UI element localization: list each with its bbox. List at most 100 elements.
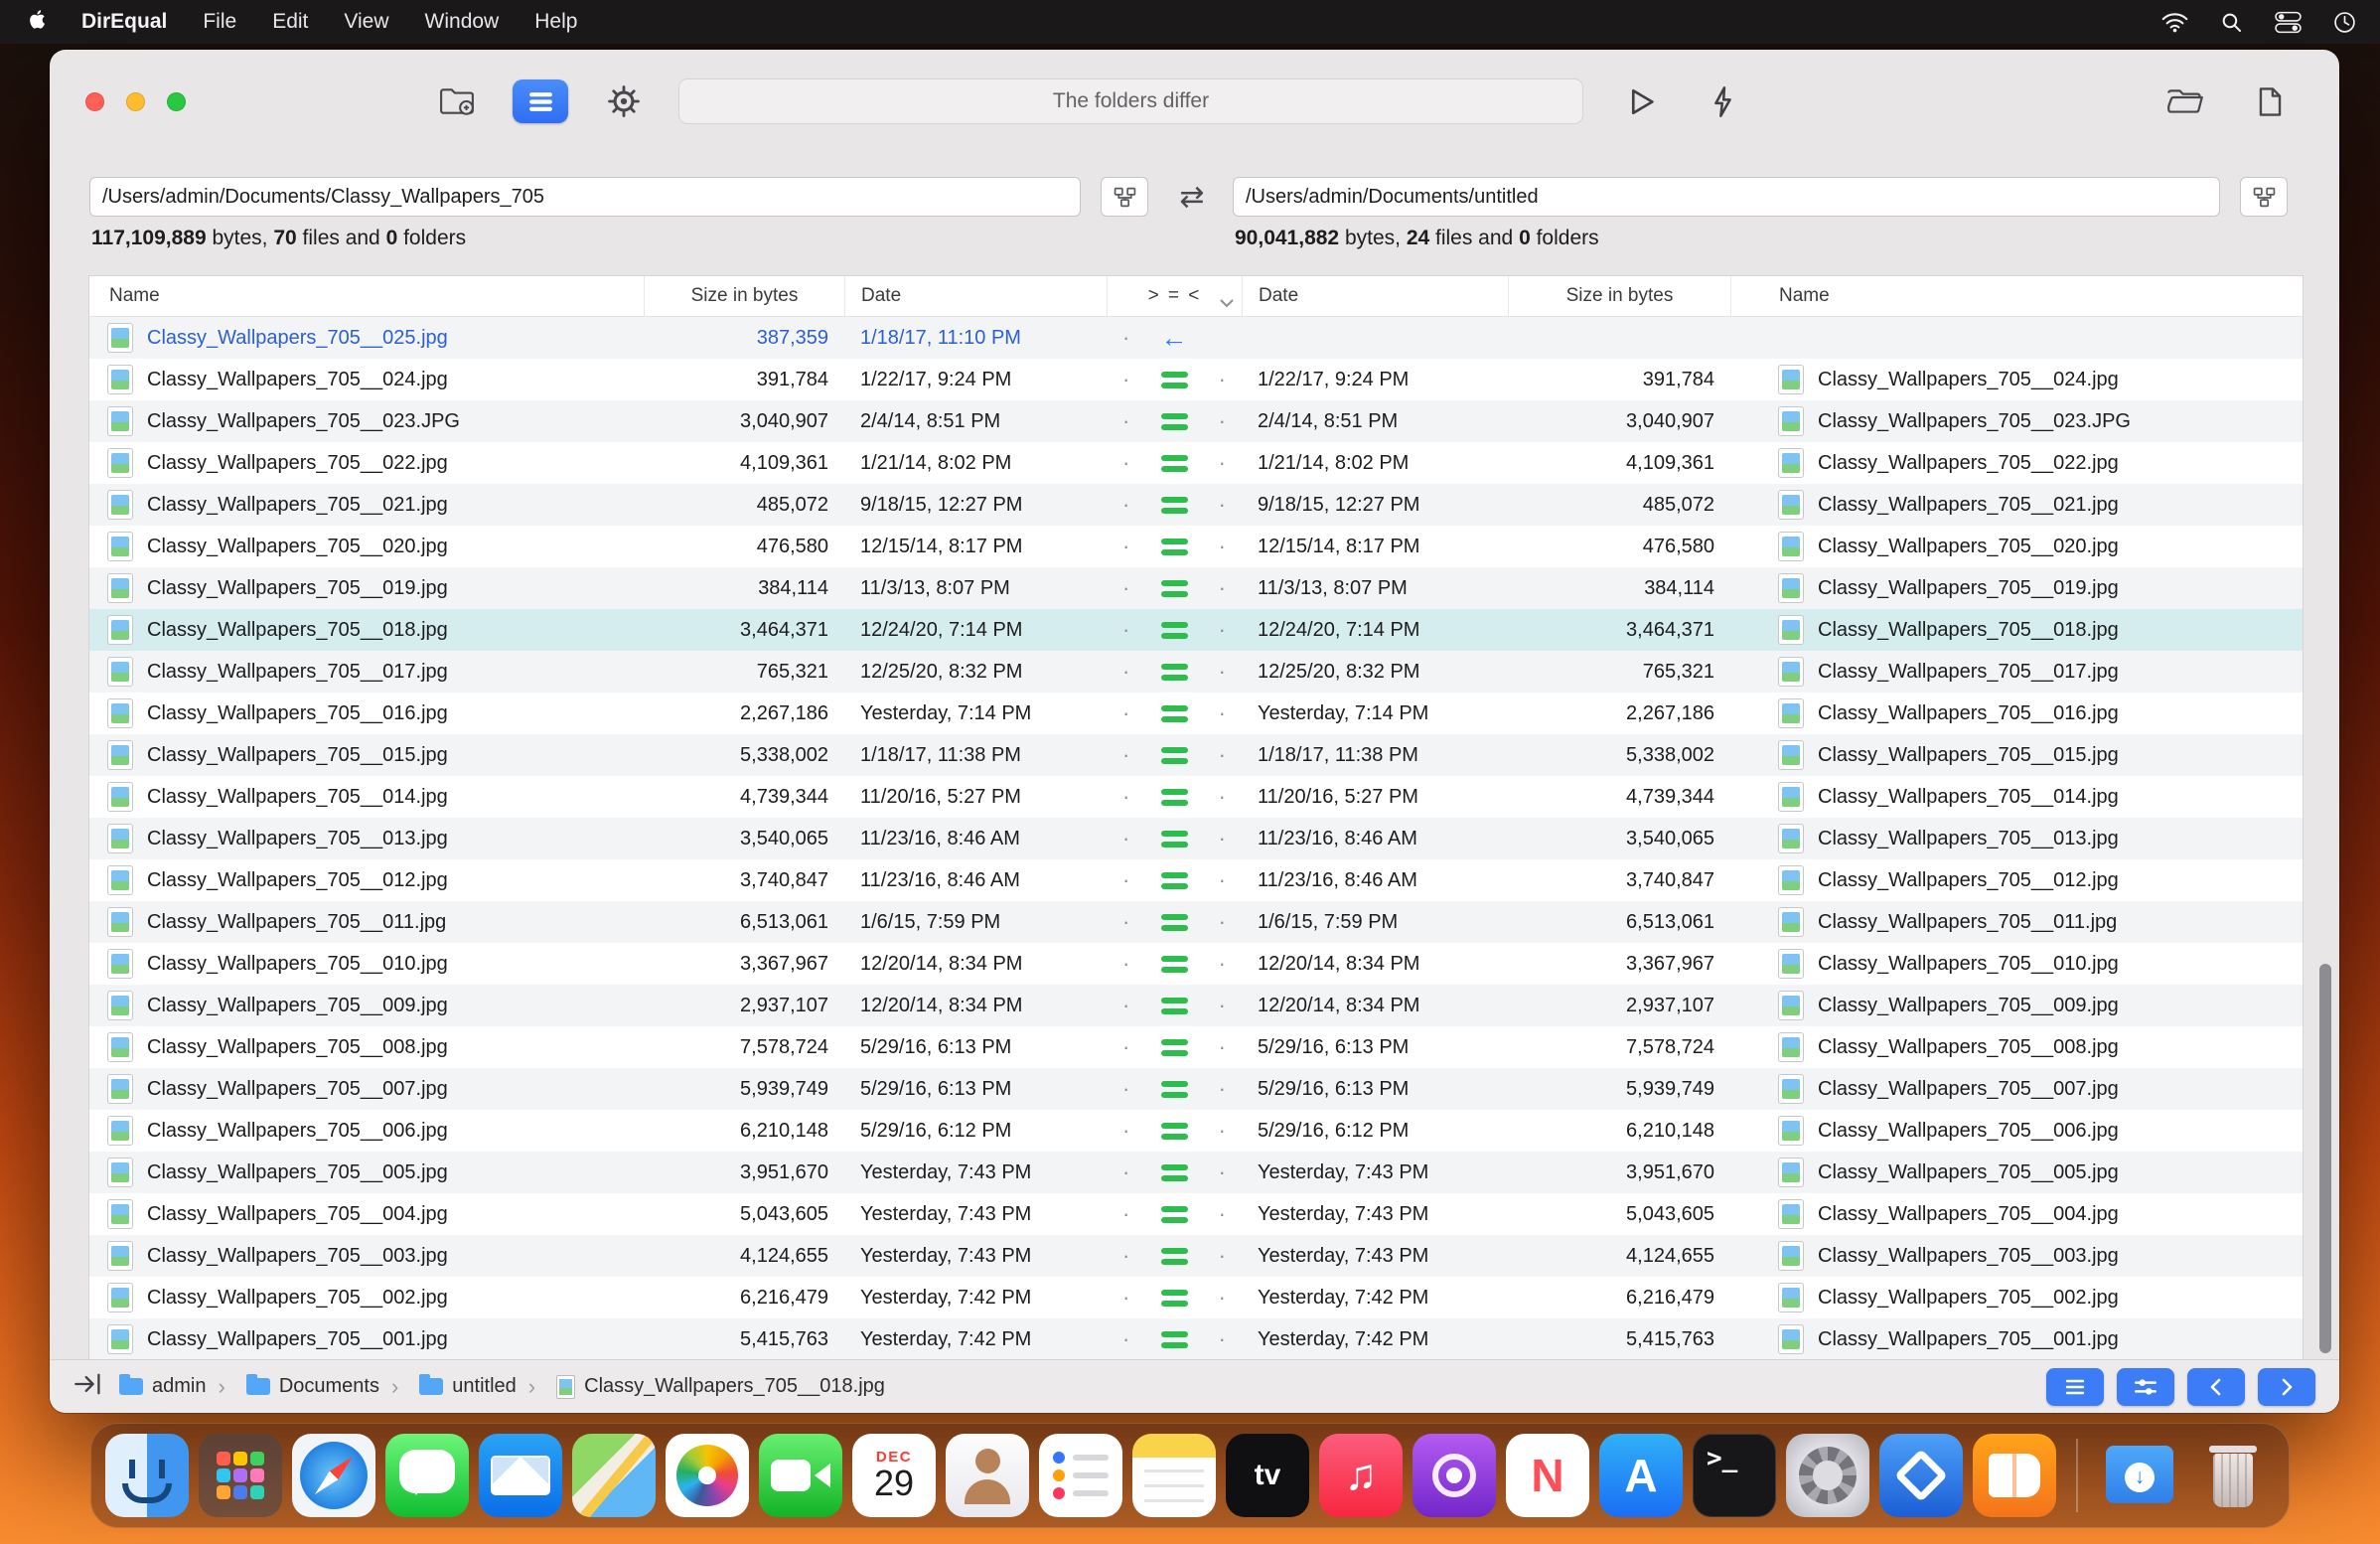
table-row[interactable]: Classy_Wallpapers_705__006.jpg 6,210,148 5… — [89, 1110, 2303, 1152]
file-date-right: 12/25/20, 8:32 PM — [1258, 660, 1420, 683]
view-mode-button[interactable] — [513, 79, 568, 123]
reveal-in-finder-button[interactable] — [2158, 75, 2212, 128]
menu-item-window[interactable]: Window — [425, 10, 500, 34]
table-row[interactable]: Classy_Wallpapers_705__018.jpg 3,464,371 1… — [89, 609, 2303, 651]
vertical-scrollbar[interactable] — [2319, 964, 2331, 1353]
control-center-icon[interactable] — [2275, 11, 2302, 34]
menu-item-edit[interactable]: Edit — [272, 10, 308, 34]
table-row[interactable]: Classy_Wallpapers_705__002.jpg 6,216,479 Y… — [89, 1277, 2303, 1318]
breadcrumb-item[interactable]: Classy_Wallpapers_705__018.jpg — [517, 1374, 885, 1400]
previous-difference-button[interactable] — [2187, 1367, 2245, 1406]
dock-music-icon[interactable] — [1319, 1434, 1403, 1517]
table-row[interactable]: Classy_Wallpapers_705__017.jpg 765,321 12/… — [89, 651, 2303, 693]
dock-finder-icon[interactable] — [105, 1434, 189, 1517]
close-button[interactable] — [85, 92, 104, 111]
dock-calendar-icon[interactable]: DEC 29 — [852, 1434, 936, 1517]
swap-sides-button[interactable]: ⇄ — [1166, 177, 1218, 217]
table-row[interactable]: Classy_Wallpapers_705__009.jpg 2,937,107 1… — [89, 985, 2303, 1026]
quick-sync-bolt-button[interactable] — [1696, 75, 1749, 128]
equal-icon — [1160, 955, 1188, 973]
settings-gear-button[interactable] — [597, 75, 651, 128]
minimize-button[interactable] — [126, 92, 145, 111]
table-row[interactable]: Classy_Wallpapers_705__001.jpg 5,415,763 Y… — [89, 1318, 2303, 1360]
dock-tv-icon[interactable] — [1226, 1434, 1309, 1517]
wifi-icon[interactable] — [2161, 12, 2188, 33]
breadcrumb-item[interactable]: admin — [119, 1374, 206, 1398]
dock-news-icon[interactable] — [1506, 1434, 1589, 1517]
header-compare[interactable]: > = < — [1107, 276, 1242, 316]
breadcrumb-item[interactable]: untitled — [379, 1374, 517, 1400]
clock-icon[interactable] — [2333, 11, 2356, 34]
breadcrumb-item[interactable]: Documents — [206, 1374, 379, 1400]
table-row[interactable]: Classy_Wallpapers_705__014.jpg 4,739,344 1… — [89, 776, 2303, 818]
table-row[interactable]: Classy_Wallpapers_705__010.jpg 3,367,967 1… — [89, 943, 2303, 985]
right-path-field[interactable] — [1233, 177, 2220, 217]
table-row[interactable]: Classy_Wallpapers_705__020.jpg 476,580 12/… — [89, 526, 2303, 567]
compare-indicator: · · — [1107, 661, 1242, 683]
file-date-right: 11/23/16, 8:46 AM — [1258, 868, 1417, 891]
table-row[interactable]: Classy_Wallpapers_705__007.jpg 5,939,749 5… — [89, 1068, 2303, 1110]
right-folder-tree-button[interactable] — [2240, 177, 2288, 217]
table-row[interactable]: Classy_Wallpapers_705__023.JPG 3,040,907 2… — [89, 400, 2303, 442]
dock-facetime-icon[interactable] — [759, 1434, 842, 1517]
dock-contacts-icon[interactable] — [946, 1434, 1029, 1517]
file-size-right: 3,740,847 — [1626, 868, 1714, 891]
table-row[interactable]: Classy_Wallpapers_705__013.jpg 3,540,065 1… — [89, 818, 2303, 859]
table-row[interactable]: Classy_Wallpapers_705__012.jpg 3,740,847 1… — [89, 859, 2303, 901]
table-row[interactable]: Classy_Wallpapers_705__005.jpg 3,951,670 Y… — [89, 1152, 2303, 1193]
table-row[interactable]: Classy_Wallpapers_705__008.jpg 7,578,724 5… — [89, 1026, 2303, 1068]
jump-to-selection-icon[interactable] — [74, 1371, 103, 1403]
table-row[interactable]: Classy_Wallpapers_705__011.jpg 6,513,061 1… — [89, 901, 2303, 943]
menu-item-file[interactable]: File — [203, 10, 236, 34]
dock-notes-icon[interactable] — [1132, 1434, 1216, 1517]
dock-mail-icon[interactable] — [479, 1434, 562, 1517]
dock-books-icon[interactable] — [1973, 1434, 2056, 1517]
file-name-left: Classy_Wallpapers_705__016.jpg — [89, 698, 644, 728]
table-row[interactable]: Classy_Wallpapers_705__003.jpg 4,124,655 Y… — [89, 1235, 2303, 1277]
file-date-right: 2/4/14, 8:51 PM — [1258, 409, 1399, 432]
dock-appstore-icon[interactable] — [1599, 1434, 1683, 1517]
image-file-icon — [107, 1074, 133, 1104]
dock-direqual-icon[interactable] — [1879, 1434, 1963, 1517]
spotlight-search-icon[interactable] — [2220, 11, 2243, 34]
file-date-left: 5/29/16, 6:12 PM — [860, 1119, 1012, 1142]
dock-downloads-icon[interactable] — [2098, 1434, 2181, 1517]
table-row[interactable]: Classy_Wallpapers_705__024.jpg 391,784 1/2… — [89, 359, 2303, 400]
left-folder-tree-button[interactable] — [1101, 177, 1148, 217]
dock-trash-icon[interactable] — [2191, 1434, 2275, 1517]
menu-app-name[interactable]: DirEqual — [81, 10, 167, 34]
dock-launchpad-icon[interactable] — [199, 1434, 282, 1517]
dock-messages-icon[interactable] — [385, 1434, 469, 1517]
image-file-icon — [1778, 824, 1804, 853]
image-file-icon — [1778, 532, 1804, 561]
dock-sysprefs-icon[interactable] — [1786, 1434, 1869, 1517]
table-row[interactable]: Classy_Wallpapers_705__022.jpg 4,109,361 1… — [89, 442, 2303, 484]
left-path-field[interactable] — [89, 177, 1081, 217]
table-row[interactable]: Classy_Wallpapers_705__019.jpg 384,114 11/… — [89, 567, 2303, 609]
file-size-right: 3,040,907 — [1626, 409, 1714, 432]
dock-podcasts-icon[interactable] — [1413, 1434, 1496, 1517]
next-difference-button[interactable] — [2258, 1367, 2315, 1406]
list-options-button[interactable] — [2046, 1367, 2104, 1406]
menu-item-help[interactable]: Help — [534, 10, 577, 34]
table-row[interactable]: Classy_Wallpapers_705__004.jpg 5,043,605 Y… — [89, 1193, 2303, 1235]
dock-terminal-icon[interactable] — [1693, 1434, 1776, 1517]
table-row[interactable]: Classy_Wallpapers_705__015.jpg 5,338,002 1… — [89, 734, 2303, 776]
zoom-button[interactable] — [167, 92, 186, 111]
table-row[interactable]: Classy_Wallpapers_705__016.jpg 2,267,186 Y… — [89, 693, 2303, 734]
dock-maps-icon[interactable] — [572, 1434, 656, 1517]
new-comparison-button[interactable] — [430, 75, 484, 128]
chevron-down-icon[interactable] — [1220, 292, 1234, 314]
dock-safari-icon[interactable] — [292, 1434, 375, 1517]
dot-icon: · — [1218, 869, 1226, 891]
table-row[interactable]: Classy_Wallpapers_705__021.jpg 485,072 9/1… — [89, 484, 2303, 526]
dock-reminders-icon[interactable] — [1039, 1434, 1122, 1517]
table-row[interactable]: Classy_Wallpapers_705__025.jpg 387,359 1/1… — [89, 317, 2303, 359]
apple-menu-icon[interactable] — [28, 9, 46, 36]
export-report-button[interactable] — [2243, 75, 2297, 128]
filter-sliders-button[interactable] — [2117, 1367, 2174, 1406]
menu-item-view[interactable]: View — [344, 10, 388, 34]
run-comparison-button[interactable] — [1615, 75, 1669, 128]
file-size-left: 476,580 — [756, 535, 828, 557]
dock-photos-icon[interactable] — [666, 1434, 749, 1517]
